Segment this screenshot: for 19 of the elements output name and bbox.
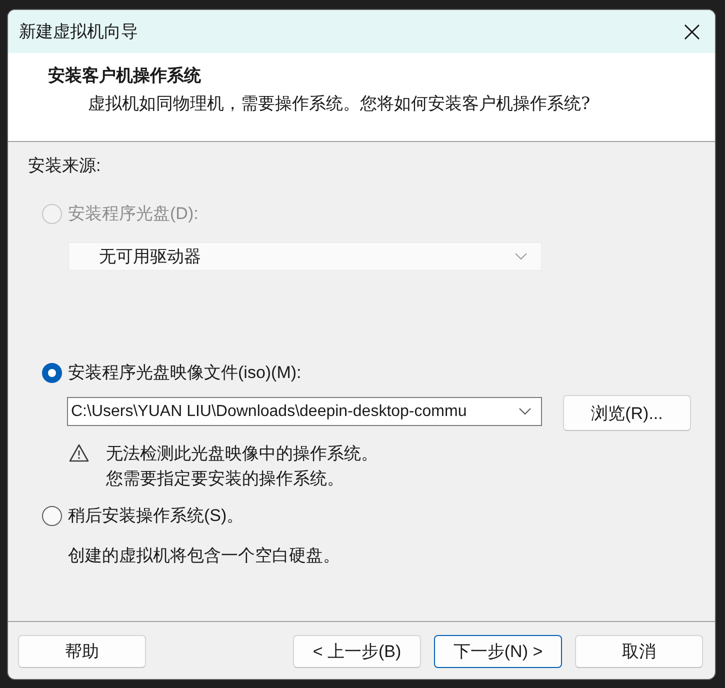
browse-button[interactable]: 浏览(R)... (563, 395, 691, 431)
chevron-down-icon (515, 253, 527, 260)
radio-option[interactable]: 安装程序光盘映像文件(iso)(M): (42, 361, 302, 385)
option-description: 创建的虚拟机将包含一个空白硬盘。 (68, 545, 340, 567)
back-button[interactable]: < 上一步(B) (293, 635, 421, 668)
radio-option[interactable]: 稍后安装操作系统(S)。 (42, 504, 244, 528)
warning-text: 无法检测此光盘映像中的操作系统。 (106, 443, 378, 465)
chevron-down-icon (519, 408, 531, 415)
section-label: 安装来源: (28, 155, 101, 177)
help-button[interactable]: 帮助 (18, 635, 146, 668)
iso-path-field[interactable]: C:\Users\YUAN LIU\Downloads\deepin-desktop-commu (67, 397, 542, 426)
page-heading: 安装客户机操作系统 (48, 65, 201, 88)
page-subtitle: 虚拟机如同物理机，需要操作系统。您将如何安装客户机操作系统? (88, 93, 590, 116)
warning-icon (69, 444, 89, 462)
close-icon[interactable] (684, 24, 700, 40)
warning-text: 您需要指定要安装的操作系统。 (106, 468, 344, 490)
window-title: 新建虚拟机向导 (19, 20, 138, 42)
next-button[interactable]: 下一步(N) > (434, 635, 562, 668)
cancel-button[interactable]: 取消 (575, 635, 703, 668)
